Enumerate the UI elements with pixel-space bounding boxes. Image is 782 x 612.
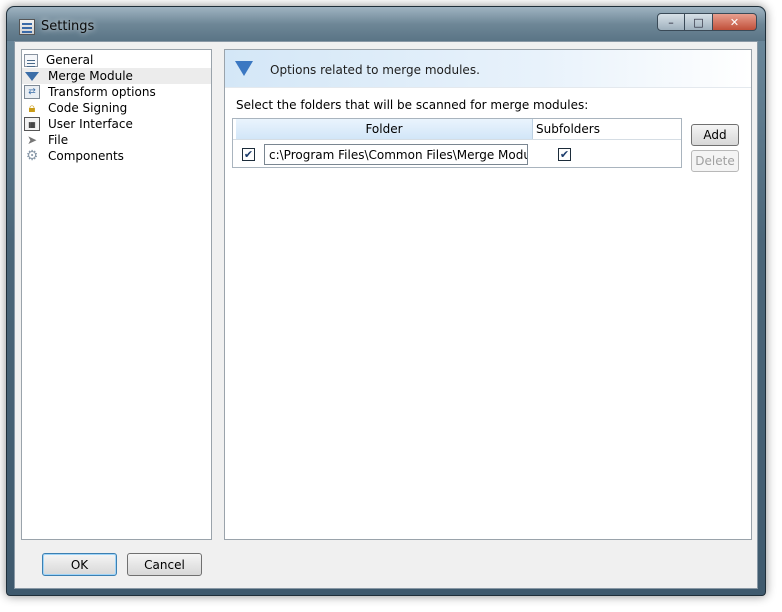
dialog-client-area: General Merge Module ⇄ Transform options…	[14, 41, 758, 589]
nav-item-label: File	[48, 133, 69, 147]
ok-button[interactable]: OK	[42, 553, 117, 576]
grid-header: Folder Subfolders	[233, 119, 681, 140]
nav-item-file[interactable]: ➤ File	[22, 132, 211, 148]
nav-item-general[interactable]: General	[22, 52, 211, 68]
user-interface-icon: ▦	[24, 117, 40, 131]
row-enabled-checkbox[interactable]: ✔	[242, 148, 255, 161]
nav-item-label: Merge Module	[48, 69, 133, 83]
nav-item-label: General	[46, 53, 94, 67]
filter-icon	[25, 71, 39, 81]
add-folder-button[interactable]: Add	[691, 124, 739, 146]
nav-item-merge-module[interactable]: Merge Module	[22, 68, 211, 84]
delete-folder-button[interactable]: Delete	[691, 150, 739, 172]
column-header-folder[interactable]: Folder	[236, 119, 533, 139]
nav-item-label: Code Signing	[48, 101, 128, 115]
nav-item-components[interactable]: ⚙ Components	[22, 148, 211, 164]
filter-icon	[235, 61, 253, 76]
transform-icon: ⇄	[24, 85, 40, 99]
gear-icon: ⚙	[25, 148, 39, 164]
merge-module-settings-panel: Options related to merge modules. Select…	[224, 49, 752, 540]
window-title: Settings	[41, 19, 95, 34]
column-header-subfolders[interactable]: Subfolders	[533, 119, 603, 139]
nav-item-transform-options[interactable]: ⇄ Transform options	[22, 84, 211, 100]
subfolders-checkbox[interactable]: ✔	[558, 148, 571, 161]
close-button[interactable]: ✕	[713, 13, 757, 31]
settings-navigation-list: General Merge Module ⇄ Transform options…	[21, 49, 212, 540]
merge-module-folders-grid: Folder Subfolders ✔ c:\Program Files\Com…	[232, 118, 682, 168]
instruction-text: Select the folders that will be scanned …	[236, 98, 589, 112]
settings-window: Settings – □ ✕ General Merge Module ⇄ Tr…	[6, 6, 766, 596]
nav-item-code-signing[interactable]: 🔒︎ Code Signing	[22, 100, 211, 116]
cancel-button[interactable]: Cancel	[127, 553, 202, 576]
maximize-button[interactable]: □	[685, 13, 713, 31]
minimize-button[interactable]: –	[657, 13, 685, 31]
panel-header: Options related to merge modules.	[225, 50, 751, 88]
file-icon: ➤	[26, 133, 38, 147]
folder-path-field[interactable]: c:\Program Files\Common Files\Merge Modu…	[264, 144, 528, 165]
nav-item-user-interface[interactable]: ▦ User Interface	[22, 116, 211, 132]
title-bar[interactable]: Settings – □ ✕	[7, 7, 765, 41]
panel-header-text: Options related to merge modules.	[270, 63, 480, 77]
table-row[interactable]: ✔ c:\Program Files\Common Files\Merge Mo…	[233, 143, 681, 167]
nav-item-label: Components	[48, 149, 124, 163]
lock-icon: 🔒︎	[28, 100, 36, 116]
settings-app-icon	[19, 19, 35, 35]
general-settings-icon	[24, 53, 38, 67]
nav-item-label: Transform options	[48, 85, 156, 99]
nav-item-label: User Interface	[48, 117, 133, 131]
caption-buttons: – □ ✕	[657, 13, 757, 31]
